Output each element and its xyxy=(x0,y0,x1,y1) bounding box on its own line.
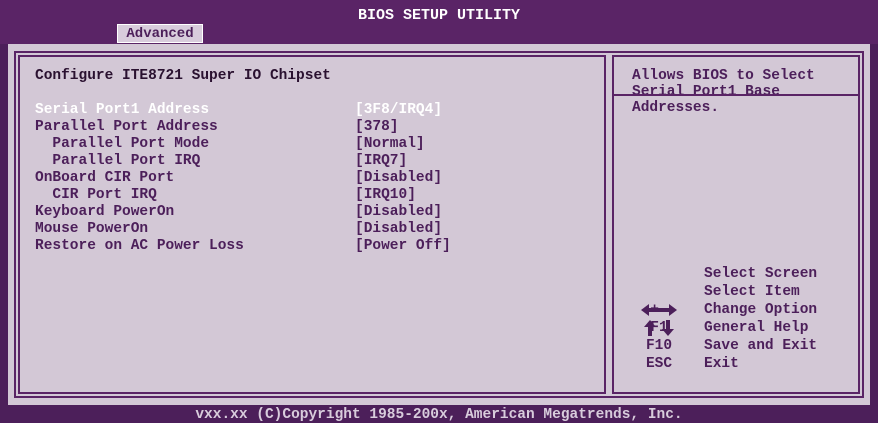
bios-title: BIOS SETUP UTILITY xyxy=(357,7,521,24)
key-desc: General Help xyxy=(704,320,809,336)
setting-label: Parallel Port IRQ xyxy=(35,153,201,169)
key-label: ESC xyxy=(645,356,673,372)
setting-label: Keyboard PowerOn xyxy=(35,204,175,220)
setting-value: [Disabled] xyxy=(355,221,443,237)
setting-label: CIR Port IRQ xyxy=(35,187,157,203)
setting-label: Serial Port1 Address xyxy=(35,102,210,118)
help-divider xyxy=(612,94,860,96)
help-text: Allows BIOS to Select Serial Port1 Base … xyxy=(632,68,824,116)
key-desc: Exit xyxy=(704,356,739,372)
setting-label: Parallel Port Mode xyxy=(35,136,210,152)
copyright-footer: vxx.xx (C)Copyright 1985-200x, American … xyxy=(195,407,683,423)
setting-value: [Disabled] xyxy=(355,204,443,220)
section-heading: Configure ITE8721 Super IO Chipset xyxy=(35,68,331,84)
setting-value: [Power Off] xyxy=(355,238,451,254)
setting-label: Mouse PowerOn xyxy=(35,221,149,237)
key-label: F10 xyxy=(645,338,673,354)
setting-label: OnBoard CIR Port xyxy=(35,170,175,186)
setting-value: [IRQ10] xyxy=(355,187,416,203)
setting-value: [IRQ7] xyxy=(355,153,408,169)
setting-value: [Disabled] xyxy=(355,170,443,186)
setting-value: [378] xyxy=(355,119,399,135)
setting-label: Restore on AC Power Loss xyxy=(35,238,244,254)
key-label: +- xyxy=(650,302,668,318)
setting-label: Parallel Port Address xyxy=(35,119,218,135)
key-desc: Change Option xyxy=(704,302,818,318)
setting-value: [Normal] xyxy=(355,136,425,152)
key-desc: Select Item xyxy=(704,284,800,300)
key-desc: Save and Exit xyxy=(704,338,818,354)
key-label: F1 xyxy=(650,320,668,336)
setting-value: [3F8/IRQ4] xyxy=(355,102,443,118)
key-desc: Select Screen xyxy=(704,266,818,282)
tab-advanced[interactable]: Advanced xyxy=(117,24,203,43)
